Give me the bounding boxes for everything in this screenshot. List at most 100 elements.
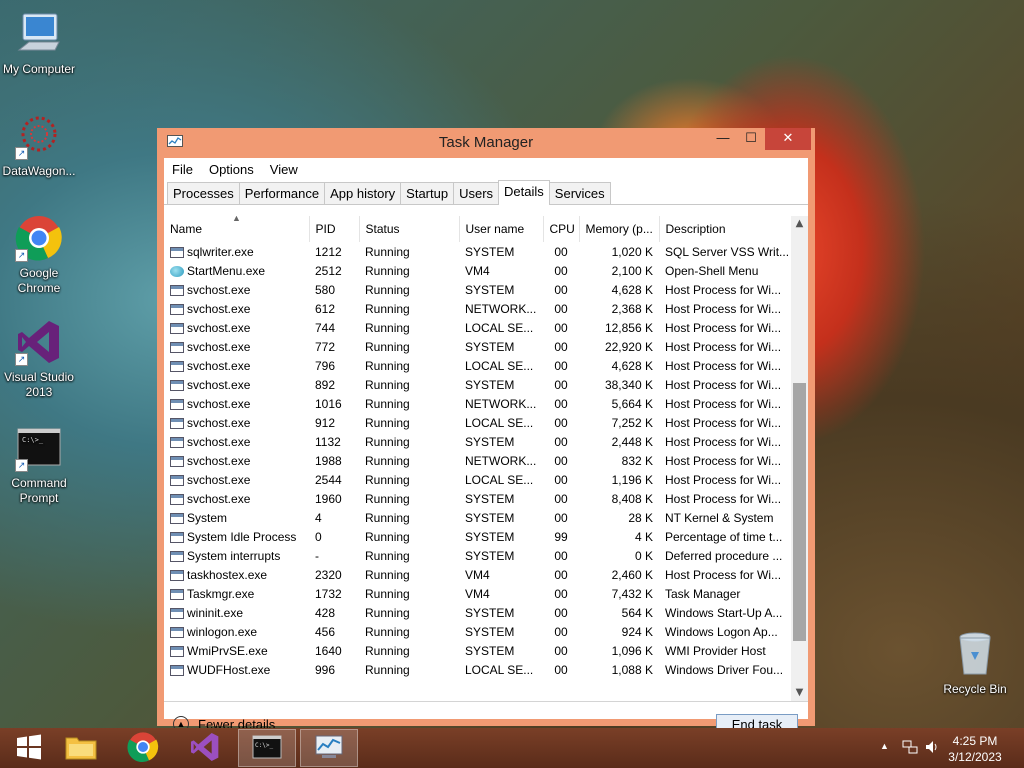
table-row[interactable]: System Idle Process 0 Running SYSTEM 99 4 K Pe… [164,527,791,546]
cell-text: 22,920 K [604,339,653,354]
cell-text: Host Process for Wi... [665,358,782,373]
column-header-cpu[interactable]: CPU [543,216,580,242]
start-button[interactable] [0,729,58,767]
process-cpu: 00 [543,432,579,451]
column-header-status[interactable]: Status [359,216,460,242]
cell-text: 772 [315,339,336,354]
table-row[interactable]: svchost.exe 796 Running LOCAL SE... 00 4,628 … [164,356,791,375]
scroll-down-arrow-icon[interactable]: ▼ [791,685,808,701]
cell-text: System Idle Process [187,529,297,544]
cell-text: Running [365,377,410,392]
cell-text: 1960 [315,491,342,506]
process-memory: 38,340 K [579,375,659,394]
process-cpu: 00 [543,622,579,641]
close-icon: ✕ [782,131,794,146]
shortcut-arrow-icon: ↗ [15,353,28,366]
process-cpu: 00 [543,394,579,413]
taskbar-visual-studio[interactable] [176,729,234,767]
clock[interactable]: 4:25 PM 3/12/2023 [940,733,1010,765]
process-memory: 4,628 K [579,280,659,299]
desktop-icon-my-computer[interactable]: My Computer [0,10,81,77]
desktop-icon-visual-studio[interactable]: ↗ Visual Studio 2013 [0,318,81,400]
table-row[interactable]: svchost.exe 1016 Running NETWORK... 00 5,664 … [164,394,791,413]
process-description: Host Process for Wi... [659,299,791,318]
menu-options[interactable]: Options [209,162,254,177]
process-cpu: 00 [543,546,579,565]
table-row[interactable]: taskhostex.exe 2320 Running VM4 00 2,460 K Hos… [164,565,791,584]
table-row[interactable]: WmiPrvSE.exe 1640 Running SYSTEM 00 1,096 K WM… [164,641,791,660]
title-bar[interactable]: Task Manager ― ☐ ✕ [157,128,815,158]
column-header-memory[interactable]: Memory (p... [579,216,660,242]
process-description: Windows Driver Fou... [659,660,791,679]
process-pid: 1132 [309,432,359,451]
table-row[interactable]: svchost.exe 1988 Running NETWORK... 00 832 K H… [164,451,791,470]
table-row[interactable]: wininit.exe 428 Running SYSTEM 00 564 K Window… [164,603,791,622]
cell-text: 612 [315,301,336,316]
tab-app-history[interactable]: App history [324,182,402,204]
scrollbar-thumb[interactable] [793,383,806,641]
table-row[interactable]: svchost.exe 744 Running LOCAL SE... 00 12,856… [164,318,791,337]
table-row[interactable]: StartMenu.exe 2512 Running VM4 00 2,100 K Open… [164,261,791,280]
table-row[interactable]: svchost.exe 2544 Running LOCAL SE... 00 1,196… [164,470,791,489]
taskbar-chrome[interactable] [114,729,172,767]
taskbar: C:\>_ ▲ 4:25 PM 3/12/2023 [0,728,1024,768]
cell-text: svchost.exe [187,339,251,354]
table-row[interactable]: WUDFHost.exe 996 Running LOCAL SE... 00 1,088… [164,660,791,679]
cell-text: 4,628 K [611,282,653,297]
table-row[interactable]: System interrupts - Running SYSTEM 00 0 K Defe… [164,546,791,565]
table-row[interactable]: svchost.exe 892 Running SYSTEM 00 38,340 K Hos… [164,375,791,394]
table-row[interactable]: svchost.exe 580 Running SYSTEM 00 4,628 K Host… [164,280,791,299]
table-row[interactable]: svchost.exe 772 Running SYSTEM 00 22,920 K Hos… [164,337,791,356]
taskbar-file-explorer[interactable] [52,729,110,767]
desktop-icon-datawagon[interactable]: ↗ DataWagon... [0,112,81,179]
tab-startup[interactable]: Startup [400,182,455,204]
table-row[interactable]: svchost.exe 1960 Running SYSTEM 00 8,408 K Hos… [164,489,791,508]
tab-processes[interactable]: Processes [167,182,240,204]
tab-details[interactable]: Details [498,180,550,205]
minimize-button[interactable]: ― [709,128,737,150]
command-prompt-icon: C:\>_ [252,735,282,762]
network-icon[interactable] [902,739,918,758]
maximize-button[interactable]: ☐ [737,128,765,150]
process-status: Running [359,261,459,280]
cell-text: 1212 [315,244,342,259]
table-row[interactable]: svchost.exe 1132 Running SYSTEM 00 2,448 K Hos… [164,432,791,451]
table-row[interactable]: sqlwriter.exe 1212 Running SYSTEM 00 1,020 K S… [164,242,791,261]
tab-users[interactable]: Users [453,182,500,204]
process-user: SYSTEM [459,337,543,356]
column-header-user-name[interactable]: User name [459,216,544,242]
desktop-icon-recycle-bin[interactable]: Recycle Bin [933,630,1017,697]
taskbar-command-prompt[interactable]: C:\>_ [238,729,296,767]
column-header-description[interactable]: Description [659,216,792,242]
process-pid: 428 [309,603,359,622]
process-memory: 4 K [579,527,659,546]
command-prompt-icon: C:\>_ ↗ [15,424,63,472]
column-header-pid[interactable]: PID [309,216,360,242]
table-row[interactable]: svchost.exe 612 Running NETWORK... 00 2,368 K… [164,299,791,318]
menu-view[interactable]: View [270,162,298,177]
column-header-name[interactable]: ▲ Name [164,216,310,242]
tab-performance[interactable]: Performance [238,182,326,204]
desktop-icon-label: My Computer [2,62,76,76]
show-hidden-icons-chevron-icon[interactable]: ▲ [880,741,889,751]
process-status: Running [359,508,459,527]
cell-text: 1988 [315,453,342,468]
table-row[interactable]: System 4 Running SYSTEM 00 28 K NT Kernel & Sy… [164,508,791,527]
tab-services[interactable]: Services [548,182,611,204]
close-button[interactable]: ✕ [765,128,811,150]
menu-file[interactable]: File [172,162,193,177]
taskbar-task-manager[interactable] [300,729,358,767]
volume-icon[interactable] [924,739,940,758]
cell-text: svchost.exe [187,491,251,506]
scroll-up-arrow-icon[interactable]: ▲ [791,216,808,232]
process-description: Deferred procedure ... [659,546,791,565]
desktop-icon-chrome[interactable]: ↗ Google Chrome [0,214,81,296]
table-row[interactable]: winlogon.exe 456 Running SYSTEM 00 924 K Windo… [164,622,791,641]
vertical-scrollbar[interactable]: ▲ ▼ [791,216,808,701]
desktop-icon-command-prompt[interactable]: C:\>_ ↗ Command Prompt [0,424,81,506]
cell-text: 2,100 K [611,263,653,278]
table-row[interactable]: svchost.exe 912 Running LOCAL SE... 00 7,252 … [164,413,791,432]
process-status: Running [359,527,459,546]
table-row[interactable]: Taskmgr.exe 1732 Running VM4 00 7,432 K Task M… [164,584,791,603]
process-pid: 744 [309,318,359,337]
